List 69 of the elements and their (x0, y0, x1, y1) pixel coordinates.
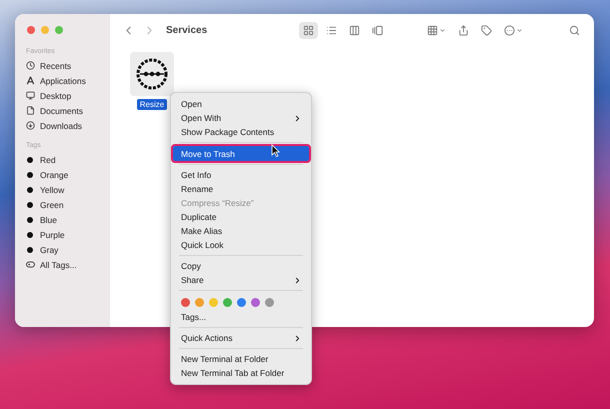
search-icon (569, 24, 580, 36)
download-icon (26, 121, 35, 130)
chevron-icon (293, 334, 302, 342)
menu-item[interactable]: Move to Trash (173, 146, 309, 161)
tag-icon (481, 24, 492, 36)
chevron-icon (293, 276, 302, 284)
tag-color-dot[interactable] (265, 298, 274, 307)
sidebar-item[interactable]: Yellow (26, 182, 110, 197)
tag-dot-icon (27, 156, 33, 162)
tag-color-dot[interactable] (195, 298, 204, 307)
menu-item[interactable]: Share (173, 273, 309, 287)
grid-icon (303, 24, 314, 36)
tag-dot-icon (27, 216, 33, 222)
tag-color-dot[interactable] (181, 298, 190, 307)
monitor-icon (26, 91, 35, 100)
clock-icon (26, 61, 35, 70)
window-title: Services (166, 24, 208, 36)
sidebar-item[interactable]: Recents (26, 58, 110, 73)
tag-color-dot[interactable] (223, 298, 232, 307)
list-icon (326, 24, 337, 36)
menu-item[interactable]: Open (173, 97, 309, 111)
menu-item[interactable]: Tags... (173, 310, 309, 324)
menu-item[interactable]: Rename (173, 182, 309, 196)
menu-item[interactable]: Get Info (173, 168, 309, 182)
icon-view-button[interactable] (299, 22, 318, 38)
tag-color-dot[interactable] (209, 298, 218, 307)
sidebar-item[interactable]: All Tags... (26, 257, 110, 272)
gallery-icon (372, 24, 383, 36)
sidebar-item[interactable]: Documents (26, 103, 110, 118)
sidebar-item[interactable]: Green (26, 197, 110, 212)
zoom-button[interactable] (55, 26, 63, 34)
menu-item[interactable]: Duplicate (173, 210, 309, 224)
applications-icon (26, 76, 35, 85)
sidebar-item[interactable]: Desktop (26, 88, 110, 103)
sidebar-item[interactable]: Purple (26, 227, 110, 242)
close-button[interactable] (27, 26, 35, 34)
file-name[interactable]: Resize (136, 99, 168, 110)
sidebar-item[interactable]: Blue (26, 212, 110, 227)
menu-item[interactable]: New Terminal Tab at Folder (173, 366, 309, 380)
tag-icon (26, 261, 35, 268)
pointer-cursor-icon (271, 144, 280, 157)
grid-icon (427, 24, 438, 36)
menu-item[interactable]: Quick Look (173, 238, 309, 252)
menu-item[interactable]: New Terminal at Folder (173, 352, 309, 366)
tag-dot-icon (27, 202, 33, 208)
share-icon (458, 24, 469, 36)
ellipsis-circle-icon (504, 24, 515, 36)
chevron-down-icon (439, 26, 446, 34)
sidebar-item[interactable]: Gray (26, 242, 110, 257)
sidebar-item[interactable]: Red (26, 152, 110, 167)
menu-item[interactable]: Make Alias (173, 224, 309, 238)
document-icon (26, 106, 35, 115)
menu-item[interactable]: Copy (173, 259, 309, 273)
tag-dot-icon (27, 172, 33, 178)
menu-item[interactable]: Open With (173, 111, 309, 125)
sidebar-item[interactable]: Applications (26, 73, 110, 88)
menu-item[interactable]: Show Package Contents (173, 125, 309, 139)
columns-icon (349, 24, 360, 36)
chevron-icon (293, 114, 302, 122)
tag-dot-icon (27, 246, 33, 252)
sidebar-item[interactable]: Orange (26, 167, 110, 182)
tag-dot-icon (27, 186, 33, 192)
tag-color-dot[interactable] (237, 298, 246, 307)
tag-color-dot[interactable] (251, 298, 260, 307)
tag-dot-icon (27, 232, 33, 238)
chevron-down-icon (516, 26, 523, 34)
menu-item[interactable]: Quick Actions (173, 331, 309, 345)
file-icon[interactable] (130, 52, 174, 96)
sidebar-item[interactable]: Downloads (26, 118, 110, 133)
